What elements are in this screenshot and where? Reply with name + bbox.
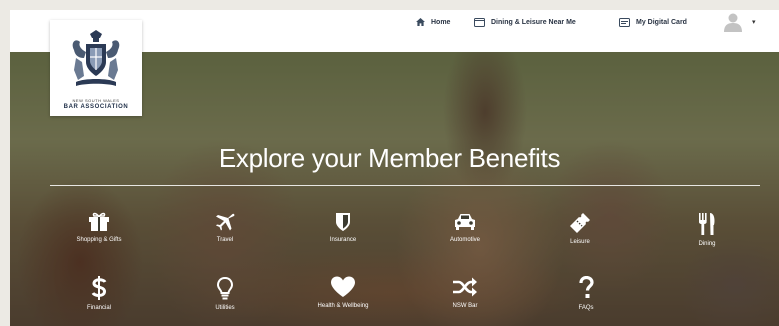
coat-of-arms-icon xyxy=(72,30,120,86)
nav-card-label: My Digital Card xyxy=(636,18,687,26)
heart-icon xyxy=(331,276,355,297)
benefit-leisure[interactable]: Leisure xyxy=(525,212,635,245)
hero-title: Explore your Member Benefits xyxy=(218,143,561,173)
benefit-travel[interactable]: Travel xyxy=(170,212,280,243)
benefit-label: Leisure xyxy=(570,239,590,245)
gift-icon xyxy=(89,212,109,231)
benefit-label: FAQs xyxy=(578,305,594,311)
car-icon xyxy=(455,214,475,230)
benefit-label: NSW Bar xyxy=(452,303,478,309)
benefit-financial[interactable]: Financial xyxy=(44,276,154,311)
home-icon xyxy=(416,18,425,26)
cutlery-icon xyxy=(699,213,715,235)
question-icon xyxy=(579,276,594,298)
benefit-label: Shopping & Gifts xyxy=(76,237,122,243)
window-icon xyxy=(474,17,485,27)
benefit-automotive[interactable]: Automotive xyxy=(410,212,520,243)
benefit-insurance[interactable]: Insurance xyxy=(288,212,398,243)
plane-icon xyxy=(216,213,235,231)
benefit-faqs[interactable]: FAQs xyxy=(531,276,641,311)
dollar-icon xyxy=(91,276,107,300)
benefit-label: Health & Wellbeing xyxy=(317,303,369,309)
benefit-label: Utilities xyxy=(215,305,235,311)
hero-divider xyxy=(50,185,760,186)
user-menu-caret[interactable]: ▾ xyxy=(752,18,756,26)
ticket-icon xyxy=(570,213,590,233)
bar-association-logo[interactable]: NEW SOUTH WALES BAR ASSOCIATION xyxy=(50,20,142,116)
page-frame: Home Dining & Leisure Near Me My Digital… xyxy=(0,0,779,326)
logo-small-text: NEW SOUTH WALES xyxy=(72,98,120,103)
nav-home-label: Home xyxy=(431,18,451,26)
benefit-label: Financial xyxy=(86,305,111,311)
nav-dining-link[interactable]: Dining & Leisure Near Me xyxy=(474,15,576,29)
nav-home-link[interactable]: Home xyxy=(416,15,450,29)
benefit-label: Insurance xyxy=(329,237,357,243)
benefit-label: Dining xyxy=(698,241,716,247)
user-avatar-icon[interactable] xyxy=(722,11,744,33)
nav-card-link[interactable]: My Digital Card xyxy=(619,15,687,29)
logo-large-text: BAR ASSOCIATION xyxy=(63,104,129,110)
card-icon xyxy=(619,17,630,27)
lightbulb-icon xyxy=(216,276,234,300)
benefit-shopping-gifts[interactable]: Shopping & Gifts xyxy=(44,212,154,243)
shuffle-icon xyxy=(453,277,477,297)
benefit-label: Automotive xyxy=(449,237,480,243)
benefit-dining[interactable]: Dining xyxy=(652,212,762,247)
benefit-health-wellbeing[interactable]: Health & Wellbeing xyxy=(288,276,398,309)
benefit-nsw-bar[interactable]: NSW Bar xyxy=(410,276,520,309)
nav-dining-label: Dining & Leisure Near Me xyxy=(491,18,576,26)
shield-icon xyxy=(336,213,350,231)
benefit-utilities[interactable]: Utilities xyxy=(170,276,280,311)
benefit-label: Travel xyxy=(216,237,234,243)
